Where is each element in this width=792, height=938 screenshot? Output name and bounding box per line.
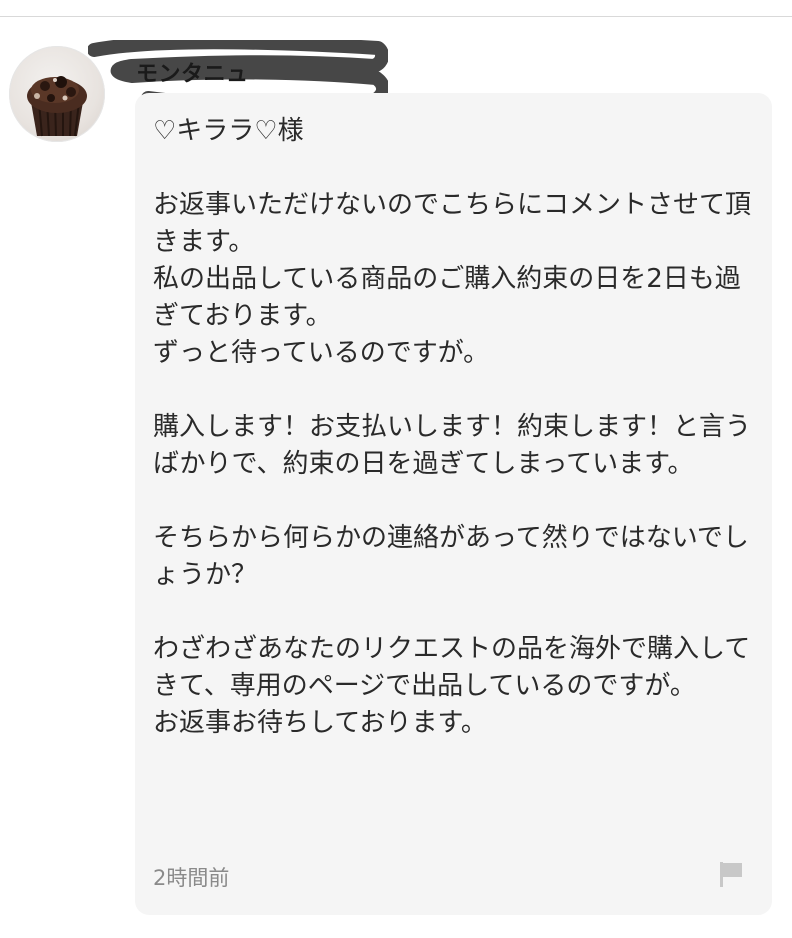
username[interactable]: モンタニュ xyxy=(136,56,249,88)
comment-timestamp: 2時間前 xyxy=(153,866,230,890)
comment-message: ♡キララ♡様 お返事いただけないのでこちらにコメントさせて頂きます。 私の出品し… xyxy=(153,116,752,738)
top-divider xyxy=(0,16,792,17)
report-flag-icon[interactable] xyxy=(718,860,744,888)
comment-bubble: ♡キララ♡様 お返事いただけないのでこちらにコメントさせて頂きます。 私の出品し… xyxy=(135,93,772,915)
